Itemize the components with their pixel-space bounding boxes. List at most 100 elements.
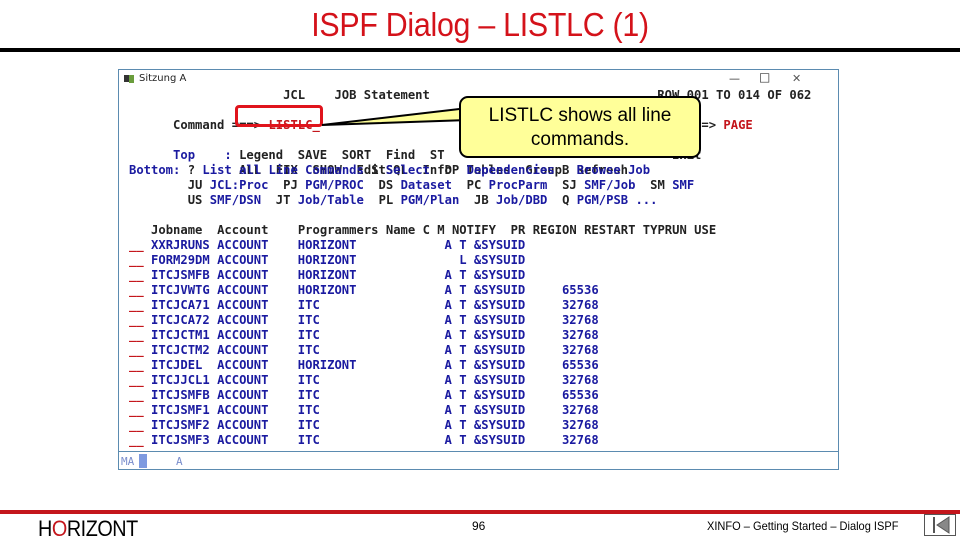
table-row: __ ITCJJCL1 ACCOUNT ITC A T &SYSUID 3276… (129, 373, 621, 388)
line-command-input[interactable]: __ (129, 403, 151, 417)
msgclass-cell: T (459, 433, 474, 447)
window-titlebar[interactable]: Sitzung A — □ ✕ (119, 70, 838, 88)
line-command-input[interactable]: __ (129, 373, 151, 387)
legend-text: Dependencies (466, 163, 555, 177)
line-command-input[interactable]: __ (129, 388, 151, 402)
legend-text: Browse Job (576, 163, 651, 177)
region-cell: 32768 (561, 298, 621, 312)
table-row: __ ITCJSMF1 ACCOUNT ITC A T &SYSUID 3276… (129, 403, 621, 418)
jobname-cell: ITCJSMF3 (151, 433, 218, 447)
programmer-cell: HORIZONT (297, 238, 445, 252)
legend-text: Job/Table (297, 193, 364, 207)
jobname-cell: FORM29DM (151, 253, 218, 267)
programmer-cell: ITC (297, 298, 445, 312)
account-cell: ACCOUNT (217, 388, 298, 402)
legend-code: JB (473, 193, 489, 207)
msgclass-cell: T (459, 328, 474, 342)
jobname-cell: XXRJRUNS (151, 238, 218, 252)
legend-text: List all Line Commands (202, 163, 364, 177)
table-row: __ ITCJCA71 ACCOUNT ITC A T &SYSUID 3276… (129, 298, 621, 313)
table-row: __ ITCJSMFB ACCOUNT HORIZONT A T &SYSUID (129, 268, 621, 283)
jobname-cell: ITCJVWTG (151, 283, 218, 297)
programmer-cell: ITC (297, 403, 445, 417)
region-cell: 65536 (561, 388, 621, 402)
class-cell: A (444, 388, 460, 402)
line-command-input[interactable]: __ (129, 358, 151, 372)
column-header[interactable]: RESTART (584, 223, 635, 237)
legend-text: Job/DBD (496, 193, 548, 207)
line-command-input[interactable]: __ (129, 283, 151, 297)
region-cell: 65536 (561, 283, 621, 297)
class-cell (445, 253, 460, 267)
bottom-label: Bottom: (129, 163, 181, 177)
column-header[interactable]: TYPRUN (643, 223, 687, 237)
msgclass-cell: T (459, 283, 474, 297)
legend-text: PGM/Plan (400, 193, 460, 207)
line-command-input[interactable]: __ (129, 343, 151, 357)
maximize-button[interactable]: □ (759, 70, 770, 84)
column-header[interactable]: NOTIFY (452, 223, 496, 237)
table-row: __ ITCJCTM2 ACCOUNT ITC A T &SYSUID 3276… (129, 343, 621, 358)
programmer-cell: ITC (297, 313, 445, 327)
column-header[interactable]: USE (694, 223, 716, 237)
column-header[interactable]: PR (511, 223, 526, 237)
line-command-input[interactable]: __ (129, 268, 151, 282)
slide-title: ISPF Dialog – LISTLC (1) (311, 6, 649, 43)
programmer-cell: ITC (297, 343, 445, 357)
account-cell: ACCOUNT (217, 433, 298, 447)
region-cell (562, 268, 621, 282)
account-cell: ACCOUNT (217, 313, 298, 327)
legend-text: ProcParm (488, 178, 548, 192)
jobname-cell: ITCJSMFB (151, 388, 218, 402)
msgclass-cell: T (459, 373, 474, 387)
back-arrow-icon (933, 516, 950, 534)
class-cell: A (444, 403, 460, 417)
legend-text: SMF/DSN (209, 193, 262, 207)
minimize-button[interactable]: — (729, 72, 740, 85)
terminal-app-icon (124, 75, 134, 83)
column-header[interactable]: REGION (533, 223, 577, 237)
region-cell (562, 238, 621, 252)
notify-cell: &SYSUID (473, 433, 562, 447)
programmer-cell: ITC (297, 373, 445, 387)
legend-code: SJ (562, 178, 577, 192)
back-navigation-button[interactable] (924, 514, 956, 536)
table-row: __ FORM29DM ACCOUNT HORIZONT L &SYSUID (129, 253, 621, 268)
msgclass-cell: T (459, 358, 474, 372)
class-cell: A (444, 433, 460, 447)
line-command-input[interactable]: __ (129, 238, 151, 252)
class-cell: A (444, 268, 460, 282)
close-button[interactable]: ✕ (792, 72, 801, 85)
line-command-input[interactable]: __ (129, 253, 151, 267)
line-command-input[interactable]: __ (129, 328, 151, 342)
line-command-input[interactable]: __ (129, 298, 151, 312)
bottom-legend-line-1: Bottom: ? List all Line Commands S Selec… (129, 163, 650, 178)
account-cell: ACCOUNT (217, 343, 298, 357)
page-number: 96 (472, 519, 486, 533)
class-cell: A (444, 373, 460, 387)
legend-code: PL (378, 193, 394, 207)
programmer-cell: ITC (297, 418, 445, 432)
column-header[interactable]: M (437, 223, 444, 237)
class-cell: A (444, 343, 460, 357)
class-cell: A (444, 283, 460, 297)
programmer-cell: HORIZONT (297, 253, 445, 267)
column-header[interactable]: Programmers Name (298, 223, 415, 237)
class-cell: A (444, 418, 460, 432)
column-header[interactable]: Account (217, 223, 268, 237)
line-command-input[interactable]: __ (129, 313, 151, 327)
column-header[interactable]: Jobname (151, 223, 202, 237)
column-header[interactable]: C (423, 223, 430, 237)
line-command-input[interactable]: __ (129, 433, 151, 447)
msgclass-cell: T (459, 388, 474, 402)
scroll-input[interactable]: PAGE (723, 118, 752, 132)
msgclass-cell: T (459, 418, 474, 432)
notify-cell: &SYSUID (473, 313, 562, 327)
table-row: __ ITCJCA72 ACCOUNT ITC A T &SYSUID 3276… (129, 313, 621, 328)
legend-code: JT (275, 193, 291, 207)
msgclass-cell: L (459, 253, 474, 267)
msgclass-cell: T (459, 403, 474, 417)
jobname-cell: ITCJCTM1 (151, 328, 218, 342)
table-row: __ ITCJCTM1 ACCOUNT ITC A T &SYSUID 3276… (129, 328, 621, 343)
line-command-input[interactable]: __ (129, 418, 151, 432)
